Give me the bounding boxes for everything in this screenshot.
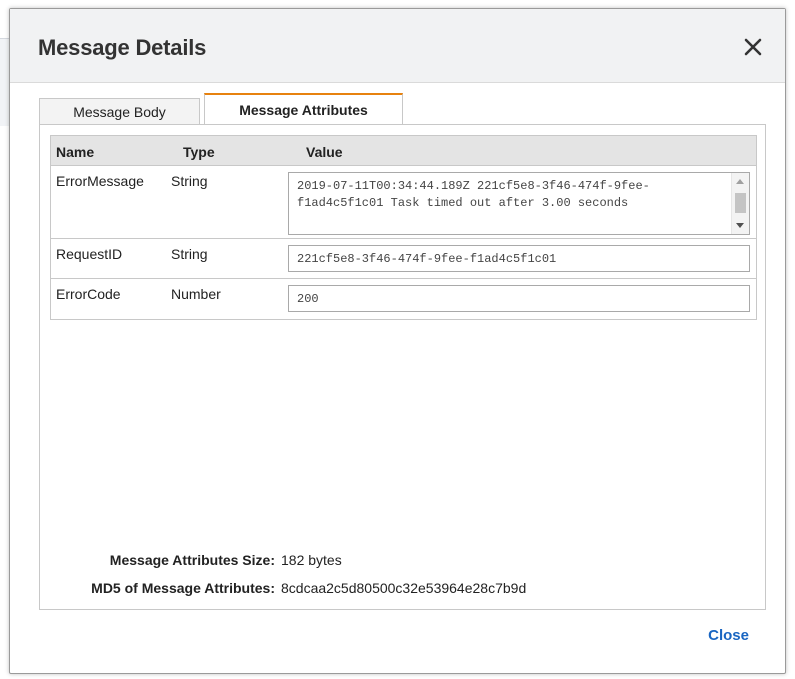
table-header: Name Type Value	[51, 136, 756, 166]
column-header-value: Value	[306, 144, 343, 160]
attributes-size-line: Message Attributes Size: 182 bytes	[57, 552, 342, 568]
attribute-name: ErrorMessage	[56, 173, 144, 189]
close-button[interactable]: Close	[708, 627, 749, 644]
attribute-value-field[interactable]: 200	[288, 285, 750, 312]
attribute-name: ErrorCode	[56, 286, 121, 302]
attributes-panel: Name Type Value ErrorMessage String 2019…	[39, 124, 766, 610]
attributes-md5-value: 8cdcaa2c5d80500c32e53964e28c7b9d	[281, 580, 527, 596]
dialog-header: Message Details	[10, 9, 785, 83]
dialog-title: Message Details	[38, 35, 207, 60]
attributes-md5-label: MD5 of Message Attributes:	[91, 580, 275, 596]
attribute-value-field[interactable]: 221cf5e8-3f46-474f-9fee-f1ad4c5f1c01	[288, 245, 750, 272]
table-row: RequestID String 221cf5e8-3f46-474f-9fee…	[51, 239, 756, 279]
attributes-table: Name Type Value ErrorMessage String 2019…	[50, 135, 757, 320]
column-header-type: Type	[183, 144, 215, 160]
scroll-down-icon[interactable]	[736, 223, 744, 228]
attributes-md5-line: MD5 of Message Attributes: 8cdcaa2c5d8050…	[57, 580, 526, 596]
scroll-thumb[interactable]	[735, 193, 746, 213]
attribute-type: String	[171, 173, 208, 189]
attribute-name: RequestID	[56, 246, 123, 262]
attribute-type: Number	[171, 286, 221, 302]
column-header-name: Name	[56, 144, 95, 160]
attributes-size-value: 182 bytes	[281, 552, 342, 568]
textarea-scrollbar[interactable]	[731, 173, 749, 234]
attributes-size-label: Message Attributes Size:	[109, 552, 275, 568]
attribute-value-textarea[interactable]: 2019-07-11T00:34:44.189Z 221cf5e8-3f46-4…	[288, 172, 750, 235]
scroll-up-icon[interactable]	[736, 179, 744, 184]
table-row: ErrorCode Number 200	[51, 279, 756, 319]
attribute-value: 2019-07-11T00:34:44.189Z 221cf5e8-3f46-4…	[297, 179, 650, 210]
message-details-dialog: Message Details Message Body Message Att…	[9, 8, 786, 674]
table-row: ErrorMessage String 2019-07-11T00:34:44.…	[51, 166, 756, 239]
attribute-type: String	[171, 246, 208, 262]
tab-message-attributes[interactable]: Message Attributes	[204, 93, 403, 125]
close-icon[interactable]	[741, 35, 765, 59]
tab-message-body[interactable]: Message Body	[39, 98, 200, 125]
